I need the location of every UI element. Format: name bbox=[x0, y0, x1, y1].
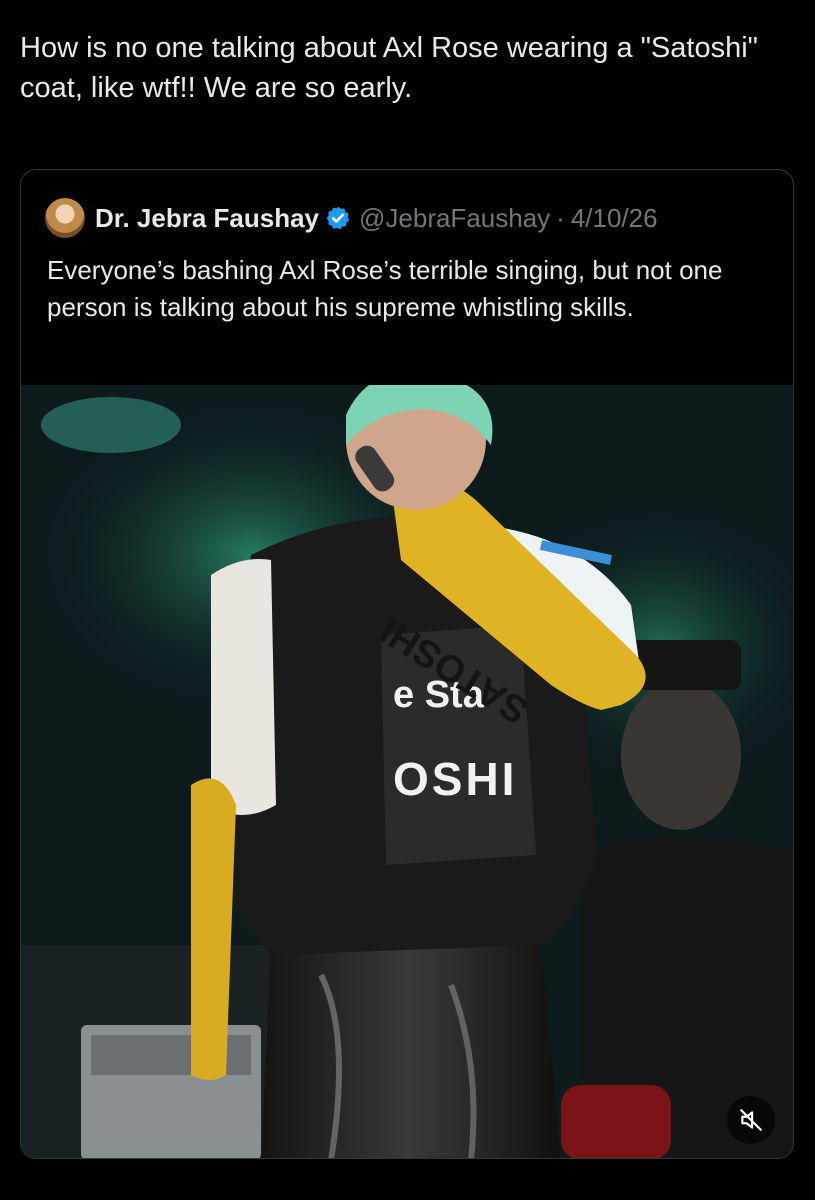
quoted-post-header: Dr. Jebra Faushay @JebraFaushay · 4/10/2… bbox=[45, 198, 658, 238]
avatar[interactable] bbox=[45, 198, 85, 238]
video-frame: e Sta OSHI SATOSHI bbox=[21, 385, 793, 1158]
separator-dot: · bbox=[556, 202, 565, 233]
shirt-text-line2: OSHI bbox=[393, 753, 517, 805]
speaker-muted-icon bbox=[740, 1109, 762, 1131]
handle[interactable]: @JebraFaushay bbox=[359, 203, 550, 234]
quoted-post-card[interactable]: Dr. Jebra Faushay @JebraFaushay · 4/10/2… bbox=[20, 169, 794, 1159]
video-player[interactable]: e Sta OSHI SATOSHI bbox=[21, 385, 793, 1158]
quoted-post-text: Everyone’s bashing Axl Rose’s terrible s… bbox=[47, 255, 723, 322]
post-date[interactable]: 4/10/26 bbox=[571, 203, 658, 234]
verified-badge-icon bbox=[326, 206, 350, 230]
display-name[interactable]: Dr. Jebra Faushay bbox=[95, 203, 319, 234]
post-text: How is no one talking about Axl Rose wea… bbox=[20, 32, 758, 104]
mute-toggle-button[interactable] bbox=[727, 1096, 775, 1144]
